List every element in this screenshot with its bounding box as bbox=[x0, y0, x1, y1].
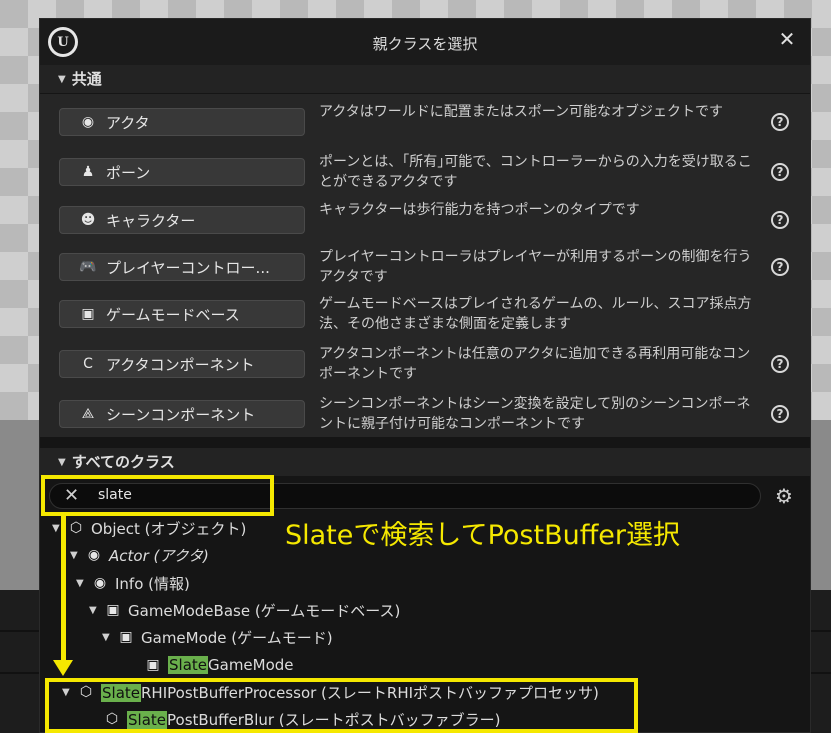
class-button-label: アクタ bbox=[106, 113, 150, 132]
class-button[interactable]: ⟁ シーンコンポーネント bbox=[59, 400, 305, 428]
class-button[interactable]: C アクタコンポーネント bbox=[59, 350, 305, 378]
tree-row-label: GameModeBase (ゲームモードベース) bbox=[128, 601, 401, 620]
class-description: プレイヤーコントローラはプレイヤーが利用するポーンの制御を行うアクタです bbox=[319, 249, 752, 285]
class-button[interactable]: ◉ アクタ bbox=[59, 108, 305, 136]
expand-arrow-icon[interactable]: ▼ bbox=[76, 578, 86, 589]
gamepad-icon: 🎮 bbox=[79, 259, 97, 275]
actor-icon: ◉ bbox=[87, 547, 101, 563]
class-button-label: アクタコンポーネント bbox=[106, 355, 255, 374]
class-description: ゲームモードベースはプレイされるゲームの、ルール、スコア採点方法、その他さまざま… bbox=[319, 296, 752, 332]
gamemode-icon: ▣ bbox=[146, 657, 160, 673]
tree-row-label: GameMode (ゲームモード) bbox=[141, 628, 333, 647]
pick-parent-class-dialog: U 親クラスを選択 ✕ ▼ 共通 ◉ アクタ アクタはワールドに配置またはスポーン… bbox=[39, 18, 811, 733]
class-button-label: ゲームモードベース bbox=[106, 305, 240, 324]
class-description: ポーンとは、｢所有｣可能で、コントローラーからの入力を受け取ることができるアクタ… bbox=[319, 154, 752, 190]
class-button-label: プレイヤーコントロー... bbox=[106, 258, 270, 277]
actor-icon: ◉ bbox=[81, 114, 95, 130]
tree-row-label: Info (情報) bbox=[115, 574, 190, 593]
class-description: キャラクターは歩行能力を持つポーンのタイプです bbox=[319, 202, 640, 218]
collapse-triangle-icon: ▼ bbox=[58, 74, 66, 85]
tree-row[interactable]: ▼ ◉ Actor (アクタ) bbox=[70, 542, 209, 568]
class-button[interactable]: 🎮 プレイヤーコントロー... bbox=[59, 253, 305, 281]
gamemode-icon: ▣ bbox=[119, 629, 133, 645]
search-match-highlight: Slate bbox=[168, 656, 208, 674]
expand-arrow-icon[interactable]: ▼ bbox=[102, 632, 112, 643]
common-class-row: ☻ キャラクター キャラクターは歩行能力を持つポーンのタイプです ? bbox=[40, 192, 810, 238]
scene-component-icon: ⟁ bbox=[81, 406, 95, 422]
annotation-result-highlight bbox=[45, 678, 638, 733]
component-icon: C bbox=[83, 356, 93, 372]
close-button[interactable]: ✕ bbox=[773, 25, 801, 53]
tree-row[interactable]: ▼ ▣ GameModeBase (ゲームモードベース) bbox=[89, 597, 400, 623]
class-button[interactable]: ▣ ゲームモードベース bbox=[59, 300, 305, 328]
expand-arrow-icon[interactable]: ▼ bbox=[70, 550, 80, 561]
tree-row-label: Actor (アクタ) bbox=[109, 546, 209, 565]
help-icon[interactable]: ? bbox=[771, 163, 789, 181]
help-icon[interactable]: ? bbox=[771, 405, 789, 423]
help-icon[interactable]: ? bbox=[771, 211, 789, 229]
class-description: アクタコンポーネントは任意のアクタに追加できる再利用可能なコンポーネントです bbox=[319, 346, 751, 382]
help-icon[interactable]: ? bbox=[771, 113, 789, 131]
class-button-label: ポーン bbox=[106, 163, 151, 182]
gamemode-icon: ▣ bbox=[81, 306, 95, 322]
annotation-arrow-line bbox=[61, 516, 66, 664]
dialog-title: 親クラスを選択 bbox=[372, 35, 478, 53]
common-class-row: ▣ ゲームモードベース ゲームモードベースはプレイされるゲームの、ルール、スコア… bbox=[40, 286, 810, 332]
class-button[interactable]: ☻ キャラクター bbox=[59, 206, 305, 234]
actor-icon: ◉ bbox=[93, 575, 107, 591]
tree-row-label: SlateGameMode bbox=[168, 656, 294, 674]
collapse-triangle-icon: ▼ bbox=[58, 457, 66, 468]
tree-row[interactable]: ▼ ◉ Info (情報) bbox=[76, 570, 190, 596]
annotation-search-box-highlight bbox=[41, 475, 274, 516]
section-header-common[interactable]: ▼ 共通 bbox=[40, 65, 810, 93]
title-bar: U 親クラスを選択 ✕ bbox=[40, 19, 810, 65]
help-icon[interactable]: ? bbox=[771, 355, 789, 373]
gear-icon[interactable]: ⚙ bbox=[775, 484, 793, 508]
class-button-label: シーンコンポーネント bbox=[106, 405, 256, 424]
common-class-row: C アクタコンポーネント アクタコンポーネントは任意のアクタに追加できる再利用可… bbox=[40, 336, 810, 382]
common-class-row: 🎮 プレイヤーコントロー... プレイヤーコントローラはプレイヤーが利用するポー… bbox=[40, 239, 810, 285]
annotation-arrow-head bbox=[53, 660, 73, 676]
common-class-row: ◉ アクタ アクタはワールドに配置またはスポーン可能なオブジェクトです ? bbox=[40, 94, 810, 140]
object-icon: ⬡ bbox=[69, 520, 83, 536]
class-description: アクタはワールドに配置またはスポーン可能なオブジェクトです bbox=[319, 104, 724, 120]
common-classes-panel: ◉ アクタ アクタはワールドに配置またはスポーン可能なオブジェクトです ? ♟ … bbox=[40, 94, 810, 437]
class-button[interactable]: ♟ ポーン bbox=[59, 158, 305, 186]
tree-row-label: Object (オブジェクト) bbox=[91, 519, 247, 538]
help-icon[interactable]: ? bbox=[771, 258, 789, 276]
class-description: シーンコンポーネントはシーン変換を設定して別のシーンコンポーネントに親子付け可能… bbox=[319, 396, 751, 432]
class-button-label: キャラクター bbox=[106, 211, 196, 230]
common-class-row: ♟ ポーン ポーンとは、｢所有｣可能で、コントローラーからの入力を受け取ることが… bbox=[40, 144, 810, 190]
expand-arrow-icon[interactable]: ▼ bbox=[89, 605, 99, 616]
tree-row[interactable]: ▼ ⬡ Object (オブジェクト) bbox=[52, 515, 246, 541]
tree-row[interactable]: ▼ ▣ GameMode (ゲームモード) bbox=[102, 624, 333, 650]
annotation-caption: Slateで検索してPostBuffer選択 bbox=[285, 520, 681, 551]
section-header-all-classes[interactable]: ▼ すべてのクラス bbox=[40, 448, 810, 476]
common-class-row: ⟁ シーンコンポーネント シーンコンポーネントはシーン変換を設定して別のシーンコ… bbox=[40, 386, 810, 432]
character-icon: ☻ bbox=[80, 212, 96, 228]
pawn-icon: ♟ bbox=[81, 164, 95, 180]
tree-row[interactable]: ▣ SlateGameMode bbox=[129, 652, 294, 678]
gamemode-icon: ▣ bbox=[106, 602, 120, 618]
